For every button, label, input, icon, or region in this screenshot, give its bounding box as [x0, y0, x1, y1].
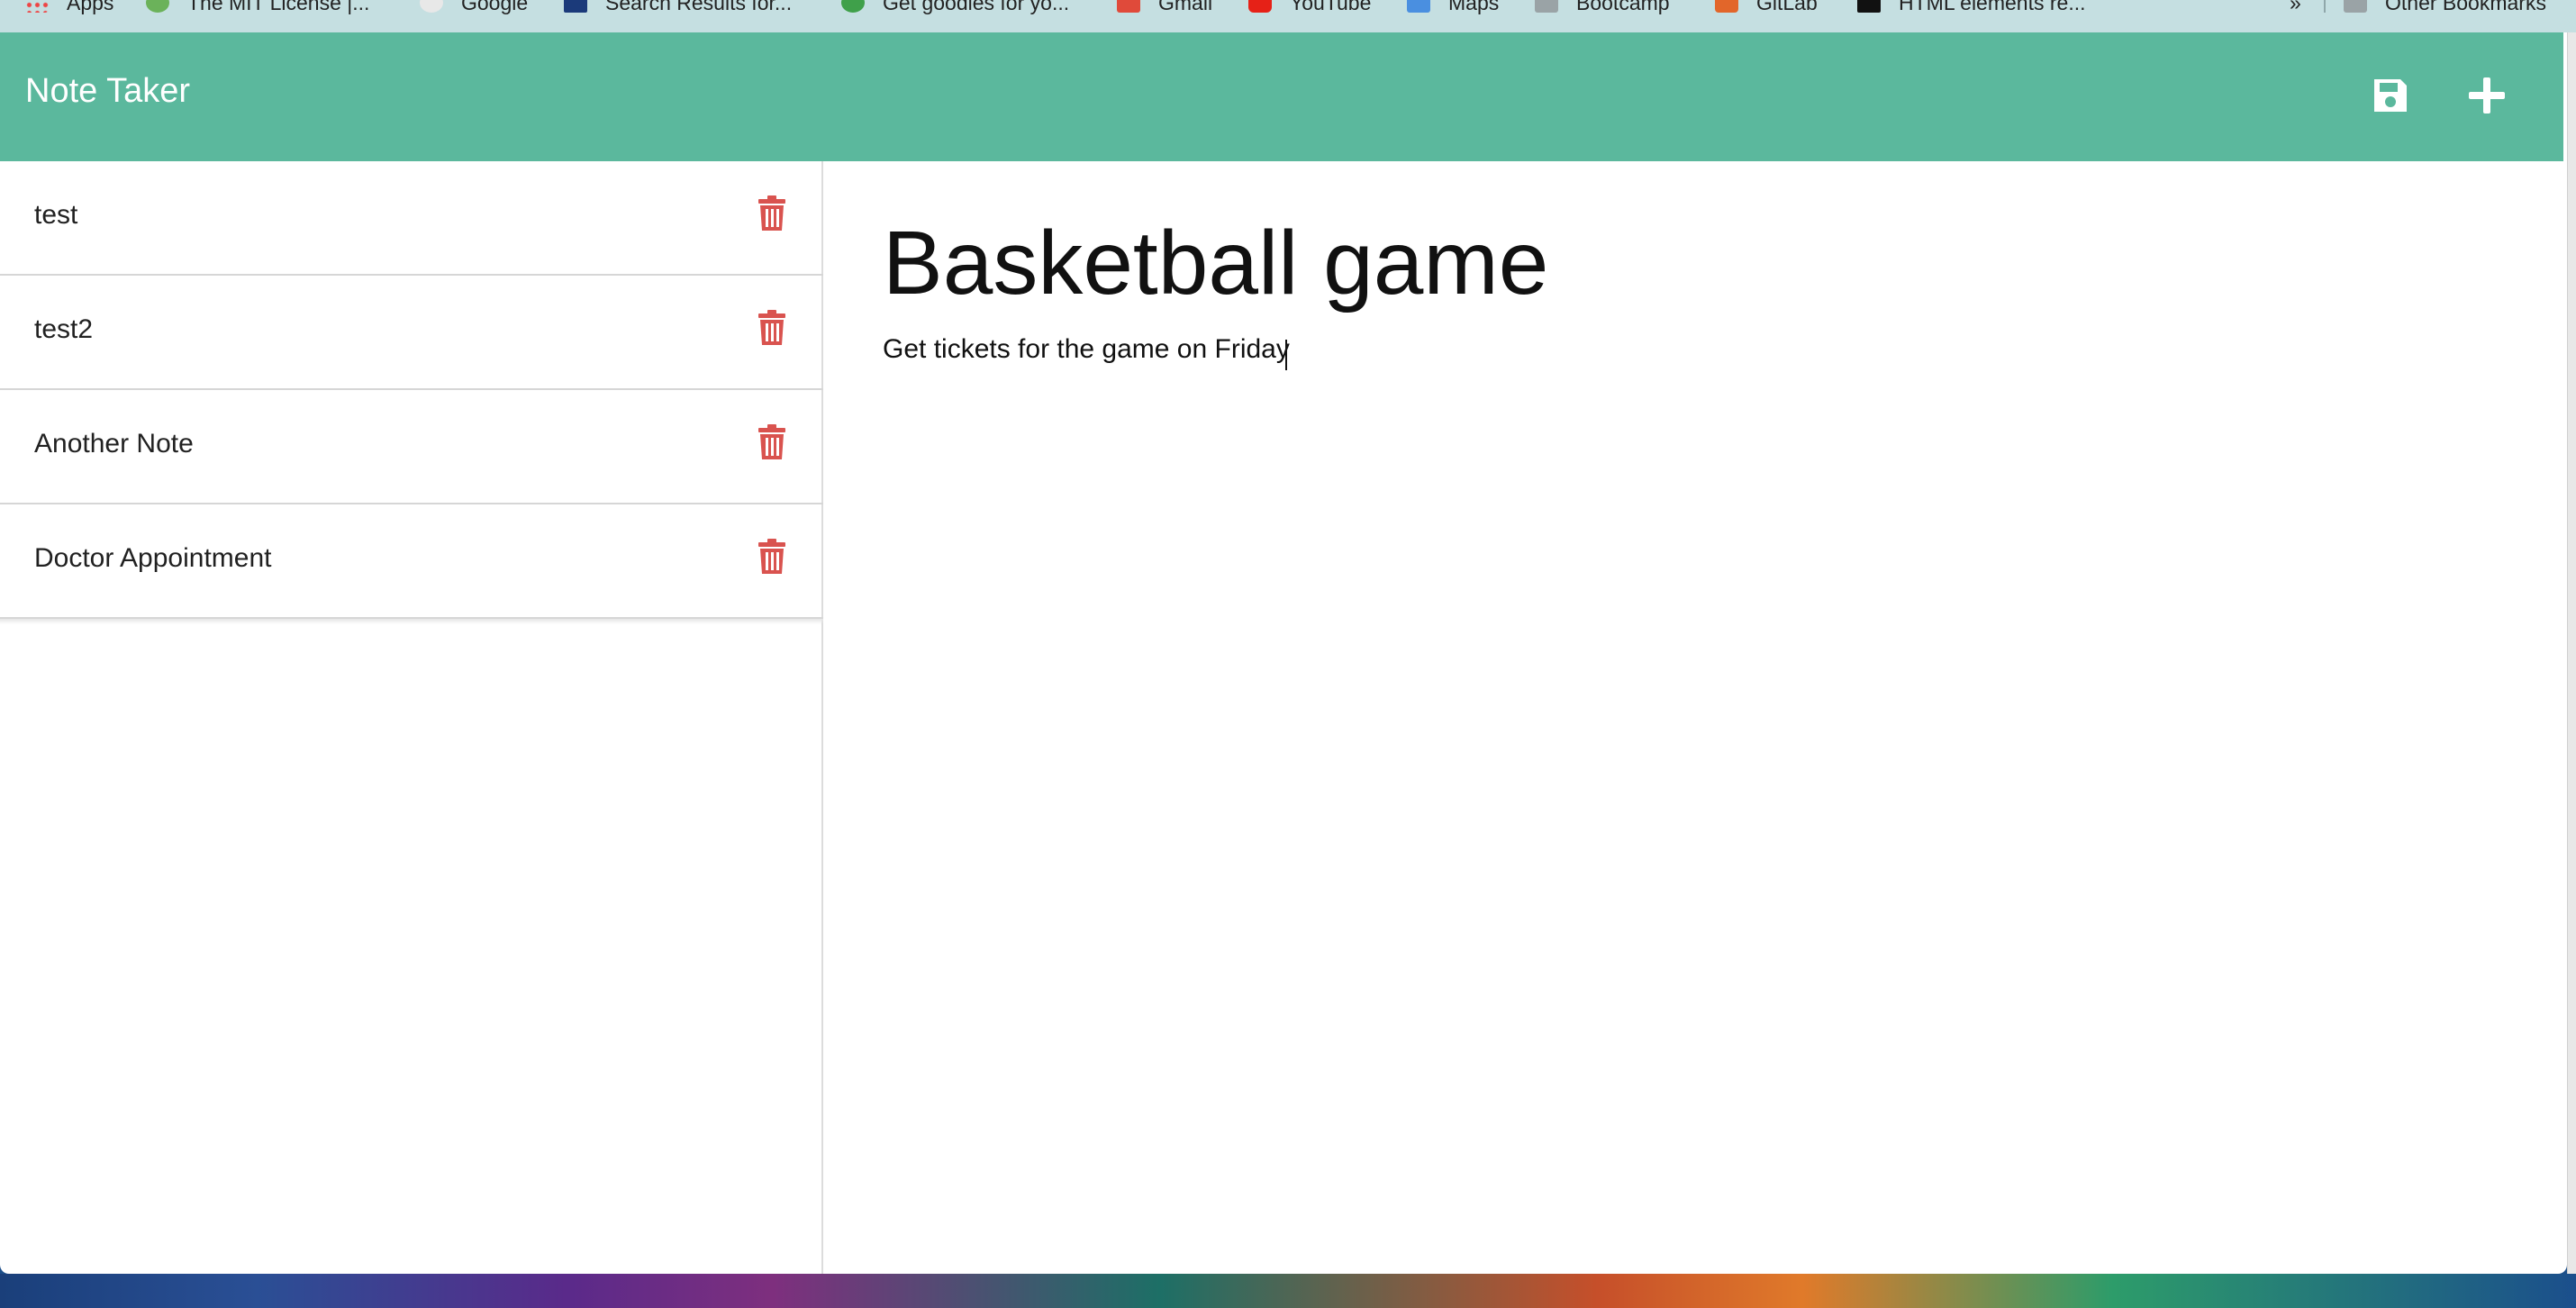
folder-icon — [2344, 0, 2367, 13]
bookmark-html-elements[interactable]: HTML elements re... — [1857, 0, 2085, 16]
search-results-icon — [564, 0, 587, 13]
bookmark-other[interactable]: Other Bookmarks — [2344, 0, 2546, 16]
apps-grid-icon — [25, 0, 49, 13]
brand-title[interactable]: Note Taker — [25, 72, 190, 111]
note-list-item[interactable]: test — [0, 161, 823, 276]
note-title-input[interactable] — [883, 213, 2504, 313]
save-note-button[interactable] — [2365, 70, 2416, 121]
maps-icon — [1407, 0, 1430, 13]
mdn-icon — [1857, 0, 1881, 13]
trash-icon[interactable] — [757, 310, 787, 346]
bookmark-maps[interactable]: Maps — [1407, 0, 1499, 16]
bookmark-youtube[interactable]: YouTube — [1248, 0, 1371, 16]
text-cursor — [1285, 340, 1287, 370]
youtube-icon — [1248, 0, 1272, 13]
note-text-area[interactable]: Get tickets for the game on Friday — [883, 334, 2504, 1145]
save-icon — [2374, 79, 2407, 112]
bookmark-gmail[interactable]: Gmail — [1117, 0, 1212, 16]
list-bottom-shadow — [0, 619, 823, 624]
bookmark-mit-license[interactable]: The MIT License |... — [146, 0, 369, 16]
bookmark-apps[interactable]: Apps — [25, 0, 113, 16]
browser-viewport: Note Taker test test2 Another Note Docto… — [0, 32, 2567, 1274]
note-list-item-title: test — [34, 200, 78, 230]
google-icon — [420, 0, 443, 13]
chrome-icon — [841, 0, 865, 13]
note-editor: Get tickets for the game on Friday — [823, 161, 2563, 1274]
gmail-icon — [1117, 0, 1140, 13]
bookmark-bootcamp[interactable]: Bootcamp — [1535, 0, 1670, 16]
note-list-item[interactable]: test2 — [0, 276, 823, 390]
app-header: Note Taker — [0, 32, 2563, 161]
trash-icon[interactable] — [757, 539, 787, 575]
bookmark-google[interactable]: Google — [420, 0, 528, 16]
bookmark-search-results[interactable]: Search Results for... — [564, 0, 792, 16]
bookmarks-bar: Apps The MIT License |... Google Search … — [0, 0, 2576, 32]
gitlab-icon — [1715, 0, 1738, 13]
note-list-item-title: Another Note — [34, 429, 194, 459]
new-note-button[interactable] — [2462, 70, 2512, 121]
bookmarks-divider — [2324, 0, 2326, 13]
trash-icon[interactable] — [757, 195, 787, 232]
plus-icon — [2469, 77, 2505, 114]
leaf-icon — [146, 0, 169, 13]
note-list-item[interactable]: Doctor Appointment — [0, 504, 823, 619]
folder-icon — [1535, 0, 1558, 13]
note-list-item[interactable]: Another Note — [0, 390, 823, 504]
note-list-item-title: Doctor Appointment — [34, 543, 272, 573]
trash-icon[interactable] — [757, 424, 787, 460]
bookmark-gitlab[interactable]: GitLab — [1715, 0, 1818, 16]
desktop-wallpaper — [0, 1274, 2576, 1308]
note-list: test test2 Another Note Doctor Appointme… — [0, 161, 823, 1274]
note-list-item-title: test2 — [34, 314, 94, 344]
bookmark-goodies[interactable]: Get goodies for yo... — [841, 0, 1069, 16]
bookmarks-overflow[interactable]: » — [2290, 0, 2301, 16]
page-scrollbar[interactable] — [2567, 32, 2576, 1274]
